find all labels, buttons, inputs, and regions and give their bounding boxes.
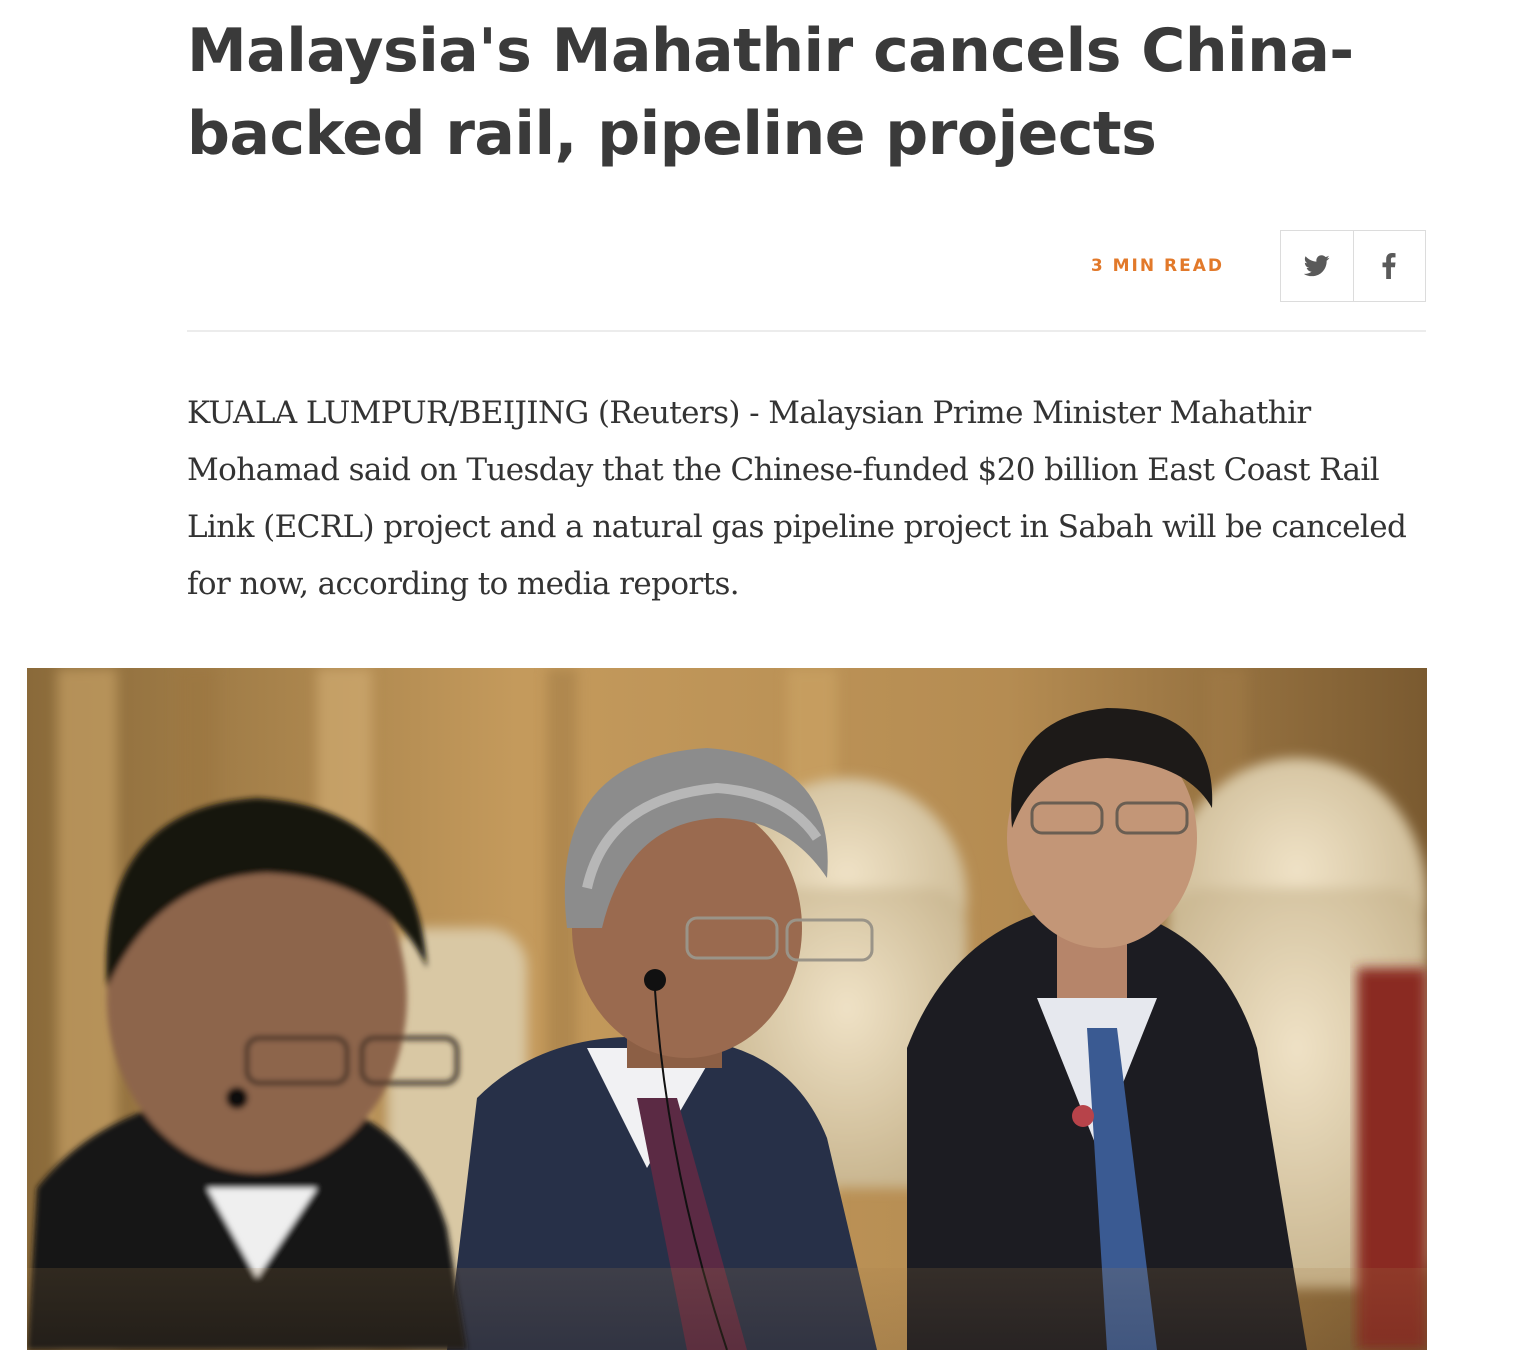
article-headline: Malaysia's Mahathir cancels China-backed… [187,16,1354,169]
article-photo[interactable] [27,668,1427,1350]
article-lede: KUALA LUMPUR/BEIJING (Reuters) - Malaysi… [187,395,1407,602]
facebook-share-button[interactable] [1352,231,1426,301]
share-buttons [1280,230,1426,302]
facebook-icon [1382,253,1396,279]
twitter-share-button[interactable] [1281,231,1353,301]
article-meta-row: 3 MIN READ [187,230,1426,302]
read-time-label: 3 MIN READ [1090,256,1224,276]
header-divider [187,330,1426,332]
twitter-icon [1303,255,1330,277]
